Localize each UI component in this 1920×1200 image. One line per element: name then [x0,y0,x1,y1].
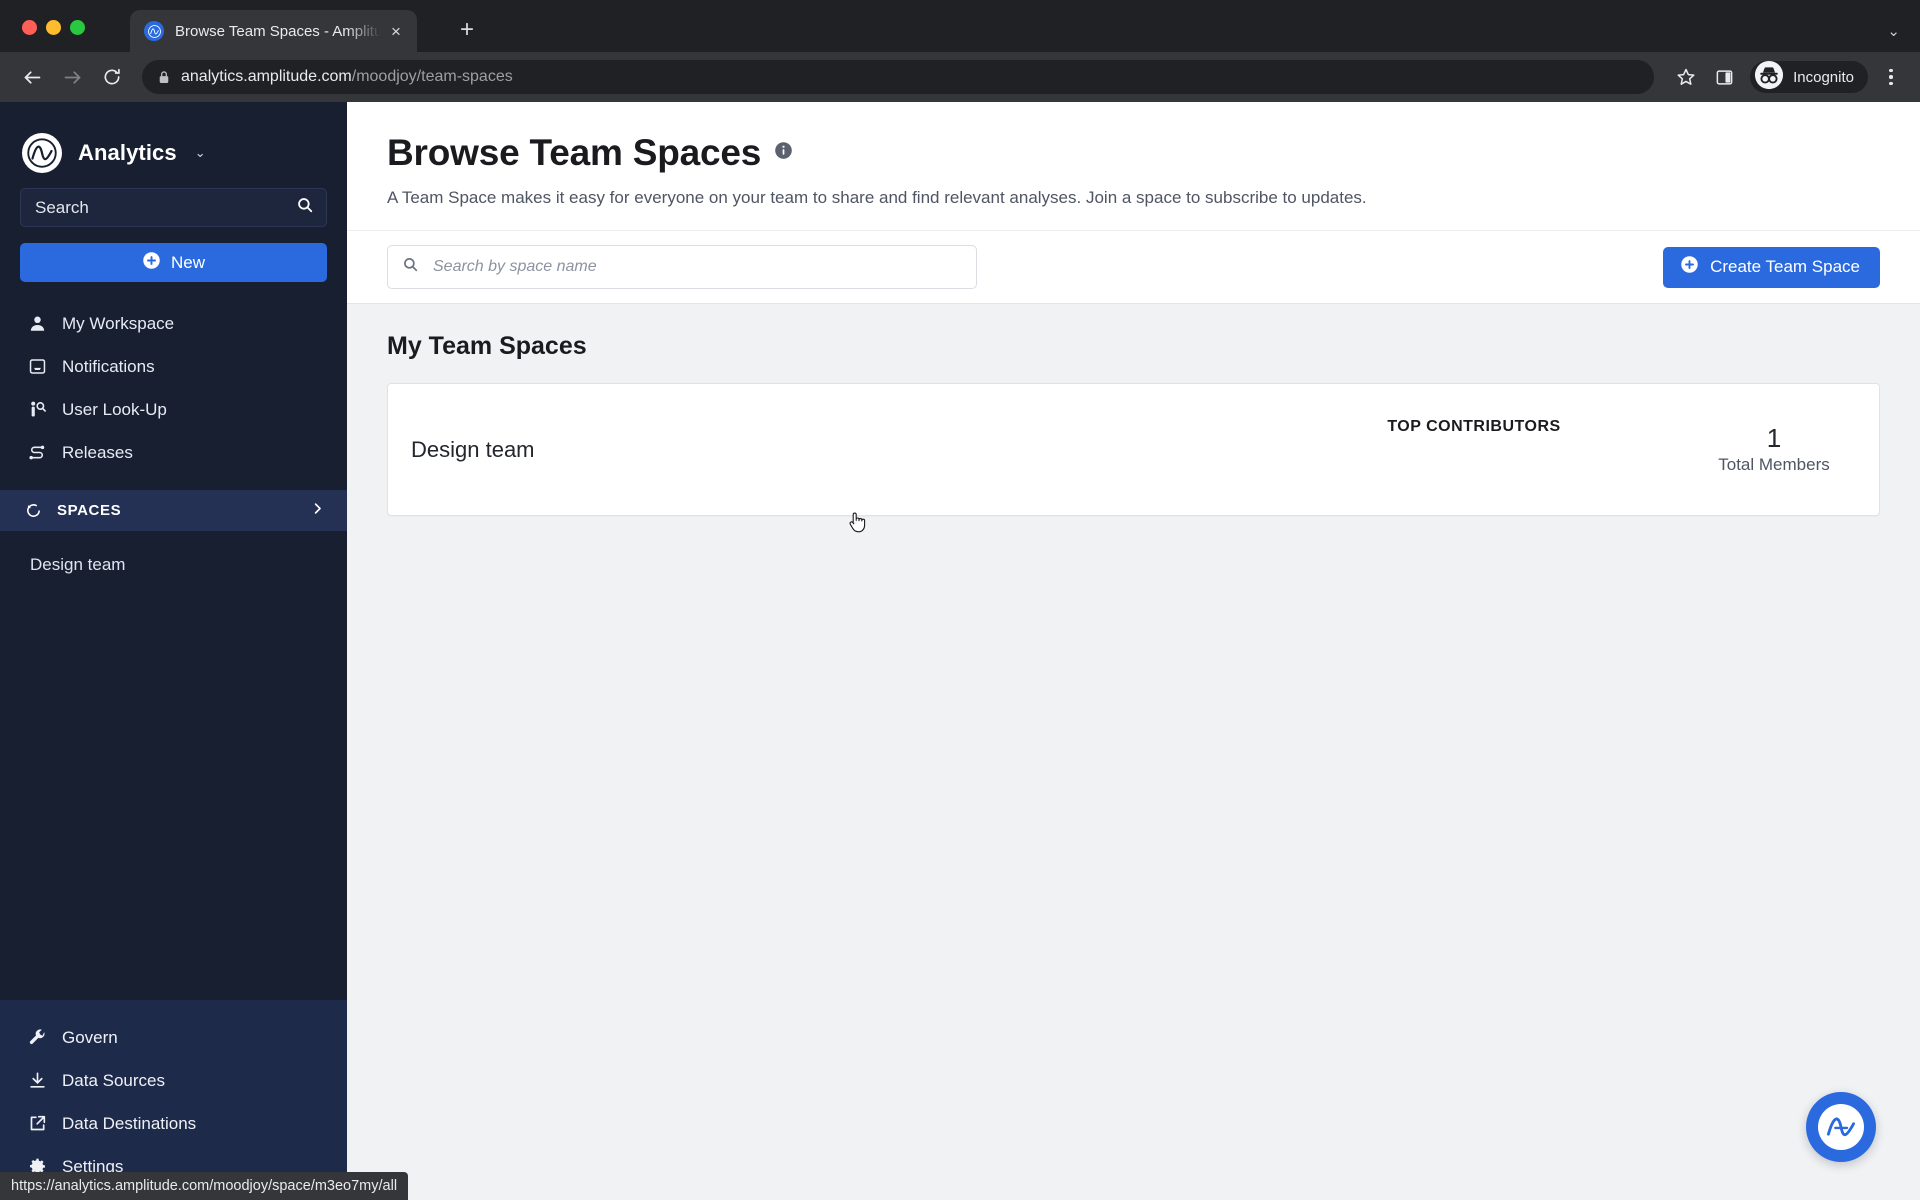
releases-icon [26,442,48,464]
team-space-card[interactable]: Design team TOP CONTRIBUTORS 1 Total Mem… [387,383,1880,516]
sidebar-item-label: Data Destinations [62,1113,197,1133]
browser-tab[interactable]: Browse Team Spaces - Amplitu × [130,10,417,52]
side-panel-icon[interactable] [1706,59,1742,95]
sidebar-item-data-destinations[interactable]: Data Destinations [0,1102,347,1145]
plus-circle-icon [1680,255,1699,279]
page-subtitle: A Team Space makes it easy for everyone … [387,188,1367,207]
new-button-label: New [170,252,205,272]
reload-button[interactable] [94,59,130,95]
brand-switcher[interactable]: Analytics ⌄ [0,102,347,178]
create-team-space-label: Create Team Space [1710,257,1860,276]
sidebar-item-label: Releases [62,442,133,462]
sidebar-item-label: User Look-Up [62,399,167,419]
bookmark-star-icon[interactable] [1668,59,1704,95]
amplitude-logo-icon [22,133,62,173]
person-search-icon [26,399,48,421]
page-title: Browse Team Spaces [387,132,762,173]
info-icon[interactable] [774,141,793,165]
chevron-down-icon[interactable]: ⌄ [1887,22,1900,40]
sidebar-spaces-list: Design team [0,531,347,585]
sidebar-item-releases[interactable]: Releases [0,431,347,474]
sidebar-section-label: SPACES [57,502,122,519]
browser-window: Browse Team Spaces - Amplitu × + ⌄ analy… [0,0,1920,1200]
app-sidebar: Analytics ⌄ Search New My Workspace Noti… [0,102,347,1200]
sidebar-primary-nav: My Workspace Notifications User Look-Up [0,302,347,474]
sidebar-search-placeholder: Search [35,197,89,217]
page-title-row: Browse Team Spaces [387,132,1920,174]
sidebar-item-label: My Workspace [62,313,175,333]
sidebar-item-label: Govern [62,1027,118,1047]
incognito-label: Incognito [1793,68,1854,86]
incognito-avatar-icon [1754,60,1784,95]
sidebar-item-notifications[interactable]: Notifications [0,345,347,388]
person-icon [26,313,48,335]
maximize-window-button[interactable] [70,20,85,35]
total-members-label: Total Members [1718,454,1830,474]
sidebar-item-data-sources[interactable]: Data Sources [0,1059,347,1102]
plus-circle-icon [142,251,161,275]
sidebar-search-input[interactable]: Search [20,188,327,227]
url-domain: analytics.amplitude.com [181,68,352,85]
sidebar-item-label: Notifications [62,356,155,376]
search-input[interactable]: Search by space name [387,245,977,289]
export-icon [26,1113,48,1135]
sidebar-space-label: Design team [30,555,126,574]
incognito-profile-button[interactable]: Incognito [1750,60,1868,95]
search-icon [402,256,419,278]
browser-menu-icon[interactable] [1876,59,1906,95]
close-icon[interactable]: × [383,18,409,44]
chevron-down-icon[interactable]: ⌄ [195,145,206,161]
total-members-count: 1 [1766,423,1782,454]
window-traffic-lights [0,20,85,52]
sidebar-item-govern[interactable]: Govern [0,1016,347,1059]
inbox-icon [26,356,48,378]
new-button[interactable]: New [20,243,327,282]
download-icon [26,1070,48,1092]
status-bar-url: https://analytics.amplitude.com/moodjoy/… [0,1172,409,1200]
tab-strip: Browse Team Spaces - Amplitu × + ⌄ [0,0,1920,52]
search-icon [296,196,314,219]
team-space-name[interactable]: Design team [388,437,1279,463]
amplitude-help-fab[interactable] [1806,1092,1876,1162]
sidebar-item-user-look-up[interactable]: User Look-Up [0,388,347,431]
page-viewport: Analytics ⌄ Search New My Workspace Noti… [0,102,1920,1200]
top-contributors-label: TOP CONTRIBUTORS [1387,417,1561,435]
spaces-icon [22,500,44,522]
browser-toolbar: analytics.amplitude.com/moodjoy/team-spa… [0,52,1920,102]
main-content: Browse Team Spaces A Team Space makes it… [347,102,1920,1200]
toolbar-right-actions: Incognito [1668,59,1906,95]
amplitude-logo-icon [1818,1104,1864,1150]
page-header: Browse Team Spaces A Team Space makes it… [347,102,1920,231]
status-bar-url-text: https://analytics.amplitude.com/moodjoy/… [11,1178,398,1194]
total-members-column: 1 Total Members [1669,424,1879,475]
tab-title: Browse Team Spaces - Amplitu [175,22,383,40]
top-contributors-column: TOP CONTRIBUTORS [1279,418,1669,459]
brand-name: Analytics [78,140,177,165]
address-bar-url: analytics.amplitude.com/moodjoy/team-spa… [181,68,513,86]
amplitude-logo-icon [144,21,164,41]
sidebar-item-my-workspace[interactable]: My Workspace [0,302,347,345]
address-bar[interactable]: analytics.amplitude.com/moodjoy/team-spa… [142,60,1655,94]
sidebar-section-spaces[interactable]: SPACES [0,490,347,531]
forward-button[interactable] [54,59,90,95]
content-area: My Team Spaces Design team TOP CONTRIBUT… [347,304,1920,1200]
minimize-window-button[interactable] [46,20,61,35]
url-path: /moodjoy/team-spaces [351,68,513,85]
back-button[interactable] [14,59,50,95]
new-tab-button[interactable]: + [452,15,482,45]
sidebar-item-label: Data Sources [62,1070,165,1090]
search-placeholder: Search by space name [433,258,597,275]
action-bar: Search by space name Create Team Space [347,231,1920,304]
create-team-space-button[interactable]: Create Team Space [1663,246,1880,288]
wrench-icon [26,1027,48,1049]
chevron-right-icon[interactable] [310,501,325,520]
lock-icon [158,70,170,84]
close-window-button[interactable] [22,20,37,35]
sidebar-space-item[interactable]: Design team [0,545,347,585]
section-title: My Team Spaces [387,332,587,360]
sidebar-secondary-nav: Govern Data Sources Data Destinations Se… [0,1000,347,1200]
